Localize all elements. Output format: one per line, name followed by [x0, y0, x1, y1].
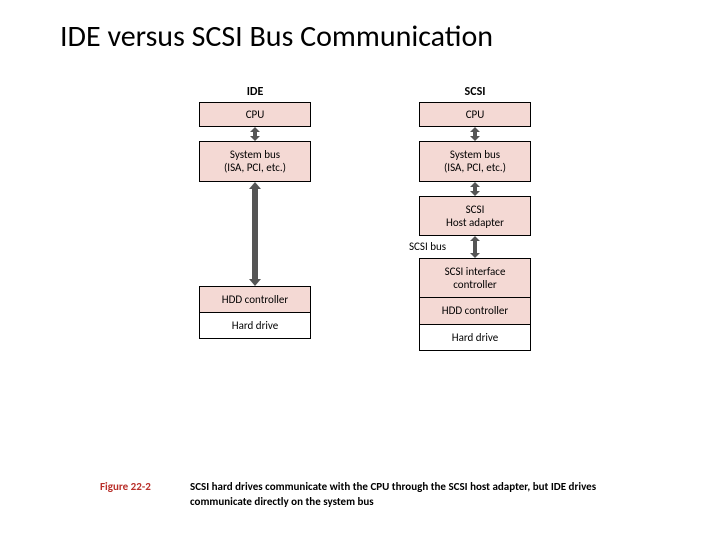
- figure-number: Figure 22-2: [100, 480, 190, 510]
- scsi-sysbus-line1: System bus: [424, 148, 526, 161]
- ide-cpu-box: CPU: [199, 102, 311, 127]
- scsi-host-adapter-line2: Host adapter: [424, 216, 526, 229]
- diagram-container: IDE CPU System bus (ISA, PCI, etc.) HDD …: [0, 65, 720, 495]
- arrow-icon: [248, 182, 262, 286]
- ide-header: IDE: [247, 85, 264, 99]
- scsi-sysbus-line2: (ISA, PCI, etc.): [424, 161, 526, 174]
- scsi-bus-label: SCSI bus: [409, 240, 446, 253]
- scsi-hdd-controller-box: HDD controller: [419, 298, 531, 324]
- figure-caption-text: SCSI hard drives communicate with the CP…: [190, 480, 660, 510]
- figure-caption: Figure 22-2 SCSI hard drives communicate…: [100, 480, 660, 510]
- scsi-host-adapter-line1: SCSI: [424, 203, 526, 216]
- arrow-icon: [469, 127, 481, 141]
- scsi-interface-controller-box: SCSI interface controller: [419, 258, 531, 298]
- scsi-host-adapter-box: SCSI Host adapter: [419, 196, 531, 236]
- arrow-icon: SCSI bus: [469, 236, 481, 258]
- page-title: IDE versus SCSI Bus Communication: [0, 0, 720, 55]
- arrow-icon: [469, 182, 481, 196]
- scsi-hard-drive-box: Hard drive: [419, 325, 531, 351]
- scsi-iface-line2: controller: [424, 278, 526, 291]
- arrow-icon: [249, 127, 261, 141]
- ide-sysbus-line2: (ISA, PCI, etc.): [204, 161, 306, 174]
- ide-sysbus-line1: System bus: [204, 148, 306, 161]
- ide-hdd-controller-box: HDD controller: [199, 286, 311, 313]
- scsi-system-bus-box: System bus (ISA, PCI, etc.): [419, 141, 531, 181]
- scsi-header: SCSI: [465, 85, 486, 99]
- scsi-iface-line1: SCSI interface: [424, 265, 526, 278]
- ide-column: IDE CPU System bus (ISA, PCI, etc.) HDD …: [180, 85, 330, 339]
- scsi-cpu-box: CPU: [419, 102, 531, 127]
- ide-hard-drive-box: Hard drive: [199, 313, 311, 339]
- ide-system-bus-box: System bus (ISA, PCI, etc.): [199, 141, 311, 181]
- scsi-column: SCSI CPU System bus (ISA, PCI, etc.) SCS…: [400, 85, 550, 351]
